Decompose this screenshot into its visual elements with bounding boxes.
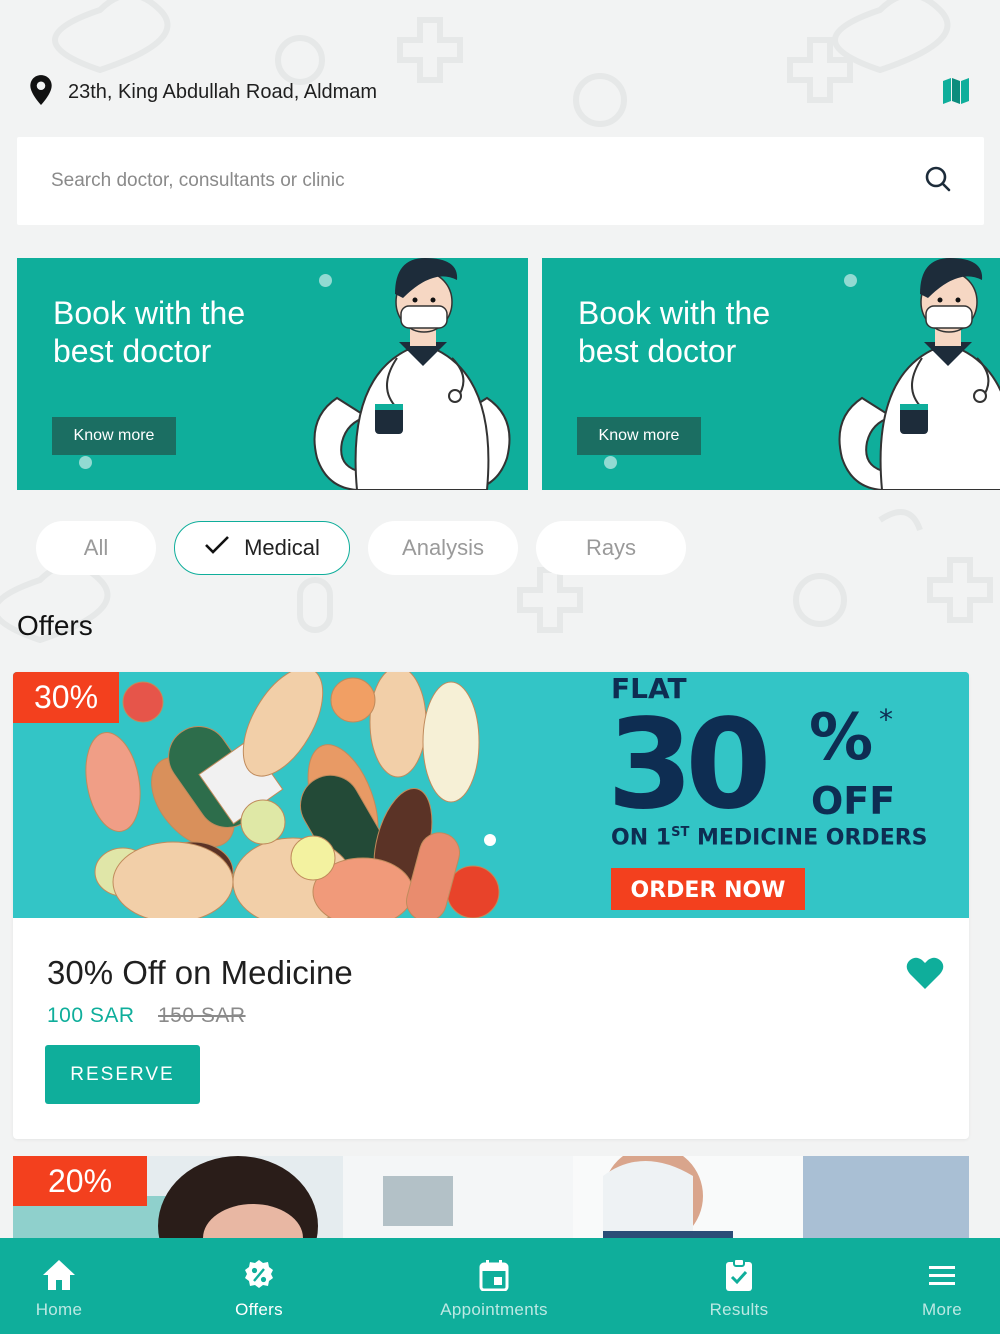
- heart-icon[interactable]: [906, 956, 944, 995]
- nav-label: Results: [709, 1300, 769, 1319]
- check-icon: [204, 535, 230, 561]
- offer-name: 30% Off on Medicine: [47, 954, 353, 991]
- offer-image: FLAT 30 % * OFF ON 1ST MEDICINE ORDERS O…: [13, 672, 969, 918]
- promo-banner[interactable]: Book with the best doctor Know more: [542, 258, 1000, 490]
- banner-title: Book with the best doctor: [578, 295, 771, 369]
- offer-card[interactable]: FLAT 30 % * OFF ON 1ST MEDICINE ORDERS O…: [13, 672, 969, 1139]
- promo-banner[interactable]: Book with the best doctor Know more: [17, 258, 528, 490]
- chip-analysis[interactable]: Analysis: [368, 521, 518, 575]
- search-bar[interactable]: Search doctor, consultants or clinic: [17, 137, 984, 225]
- menu-icon: [928, 1258, 956, 1292]
- nav-results[interactable]: Results: [700, 1238, 778, 1334]
- calendar-icon: [479, 1258, 509, 1292]
- reserve-button[interactable]: RESERVE: [45, 1045, 200, 1104]
- nav-label: Offers: [235, 1300, 283, 1319]
- location-bar[interactable]: 23th, King Abdullah Road, Aldmam: [28, 74, 377, 111]
- chip-label: All: [83, 535, 109, 560]
- chip-all[interactable]: All: [36, 521, 156, 575]
- nav-label: Appointments: [440, 1300, 548, 1319]
- promo-text: FLAT 30 % * OFF ON 1ST MEDICINE ORDERS O…: [607, 672, 928, 911]
- offer-card[interactable]: 20%: [13, 1156, 969, 1246]
- location-address: 23th, King Abdullah Road, Aldmam: [68, 81, 378, 103]
- chip-label: Analysis: [402, 535, 484, 560]
- promo-off: OFF: [811, 779, 896, 823]
- chip-label: Rays: [585, 535, 637, 560]
- discount-badge: 20%: [13, 1156, 147, 1206]
- bottom-nav: Home Offers Appointments Results More: [0, 1238, 1000, 1334]
- nav-home[interactable]: Home: [20, 1238, 98, 1334]
- decor-dot: [604, 456, 617, 469]
- home-icon: [41, 1258, 77, 1292]
- doctor-illustration: [313, 258, 511, 490]
- promo-percent: %: [809, 701, 874, 775]
- discount-badge: 30%: [13, 672, 119, 723]
- offer-old-price: 150 SAR: [158, 1004, 246, 1027]
- decor-dot: [79, 456, 92, 469]
- banner-title: Book with the best doctor: [53, 295, 246, 369]
- nav-more[interactable]: More: [903, 1238, 981, 1334]
- percent-badge-icon: [243, 1258, 275, 1292]
- order-now-banner: ORDER NOW: [611, 868, 805, 911]
- doctor-illustration: [838, 258, 1000, 490]
- dental-photo: [13, 1156, 969, 1246]
- promo-big-number: 30: [607, 693, 772, 837]
- clipboard-check-icon: [725, 1258, 753, 1292]
- search-input[interactable]: Search doctor, consultants or clinic: [51, 170, 345, 192]
- search-icon[interactable]: [924, 165, 952, 198]
- chip-label: Medical: [244, 535, 320, 560]
- promo-asterisk: *: [879, 703, 893, 736]
- map-icon[interactable]: [940, 74, 972, 108]
- offer-price: 100 SAR: [47, 1004, 135, 1027]
- nav-offers[interactable]: Offers: [220, 1238, 298, 1334]
- filter-chips: All Medical Analysis Rays: [36, 521, 686, 575]
- nav-appointments[interactable]: Appointments: [430, 1238, 558, 1334]
- offers-title: Offers: [17, 610, 93, 641]
- know-more-button[interactable]: Know more: [577, 417, 701, 455]
- chip-rays[interactable]: Rays: [536, 521, 686, 575]
- nav-label: Home: [35, 1300, 83, 1319]
- location-pin-icon: [28, 74, 54, 111]
- know-more-button[interactable]: Know more: [52, 417, 176, 455]
- nav-label: More: [922, 1300, 962, 1319]
- chip-medical[interactable]: Medical: [174, 521, 350, 575]
